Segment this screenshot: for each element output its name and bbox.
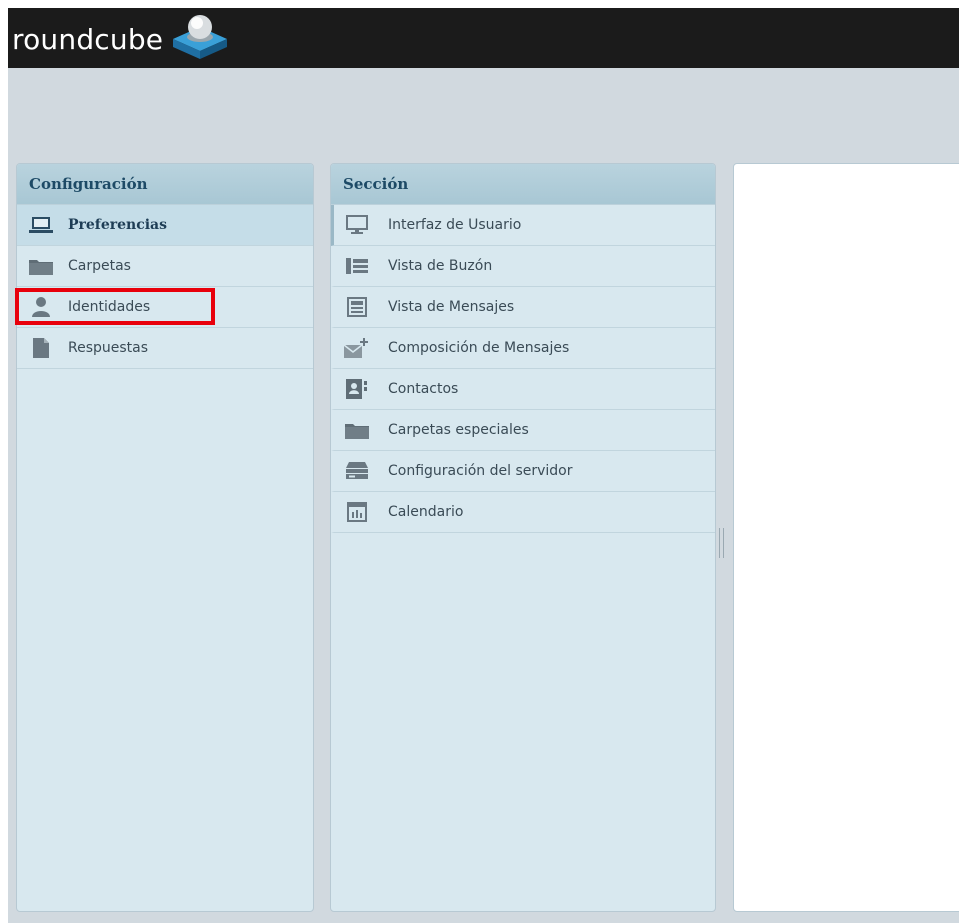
panel-splitter-handle[interactable]: [719, 528, 724, 558]
section-item-vista-de-buzon[interactable]: Vista de Buzón: [331, 246, 715, 287]
top-bar: roundcube: [8, 8, 959, 68]
section-item-calendario[interactable]: Calendario: [331, 492, 715, 533]
compose-mail-icon: [344, 337, 370, 359]
logo-text: roundcube: [12, 22, 164, 56]
section-item-vista-de-mensajes[interactable]: Vista de Mensajes: [331, 287, 715, 328]
section-item-label: Configuración del servidor: [388, 463, 573, 479]
folder-icon: [344, 419, 370, 441]
configuration-panel-title: Configuración: [17, 164, 313, 205]
message-view-icon: [344, 296, 370, 318]
section-item-label: Interfaz de Usuario: [388, 217, 522, 233]
config-item-label: Preferencias: [68, 217, 167, 233]
section-item-label: Vista de Buzón: [388, 258, 493, 274]
section-panel: Sección Interfaz de Usuario Vista de Buz…: [330, 163, 716, 912]
roundcube-logo-icon: [173, 15, 228, 59]
highlight-annotation: [15, 288, 215, 325]
folder-icon: [28, 255, 54, 277]
server-icon: [344, 460, 370, 482]
config-item-preferencias[interactable]: Preferencias: [17, 205, 313, 246]
content-panel: [733, 163, 959, 912]
section-panel-title: Sección: [331, 164, 715, 205]
section-item-carpetas-especiales[interactable]: Carpetas especiales: [331, 410, 715, 451]
contacts-icon: [344, 378, 370, 400]
configuration-list: Preferencias Carpetas Identidades Respue…: [17, 205, 313, 369]
app-window: roundcube Configuración Preferencias Car…: [8, 8, 959, 923]
section-item-interfaz-de-usuario[interactable]: Interfaz de Usuario: [331, 205, 715, 246]
section-item-label: Vista de Mensajes: [388, 299, 515, 315]
document-icon: [28, 337, 54, 359]
section-item-label: Carpetas especiales: [388, 422, 529, 438]
mailbox-list-icon: [344, 255, 370, 277]
config-item-carpetas[interactable]: Carpetas: [17, 246, 313, 287]
section-list: Interfaz de Usuario Vista de Buzón Vista…: [331, 205, 715, 533]
section-item-label: Calendario: [388, 504, 464, 520]
config-item-label: Carpetas: [68, 258, 131, 274]
calendar-icon: [344, 501, 370, 523]
section-item-label: Composición de Mensajes: [388, 340, 570, 356]
section-item-configuracion-del-servidor[interactable]: Configuración del servidor: [331, 451, 715, 492]
configuration-panel: Configuración Preferencias Carpetas Iden…: [16, 163, 314, 912]
config-item-respuestas[interactable]: Respuestas: [17, 328, 313, 369]
laptop-icon: [28, 214, 54, 236]
logo[interactable]: roundcube: [12, 10, 231, 68]
monitor-icon: [344, 214, 370, 236]
section-item-contactos[interactable]: Contactos: [331, 369, 715, 410]
section-item-label: Contactos: [388, 381, 459, 397]
config-item-label: Respuestas: [68, 340, 149, 356]
section-item-composicion-de-mensajes[interactable]: Composición de Mensajes: [331, 328, 715, 369]
